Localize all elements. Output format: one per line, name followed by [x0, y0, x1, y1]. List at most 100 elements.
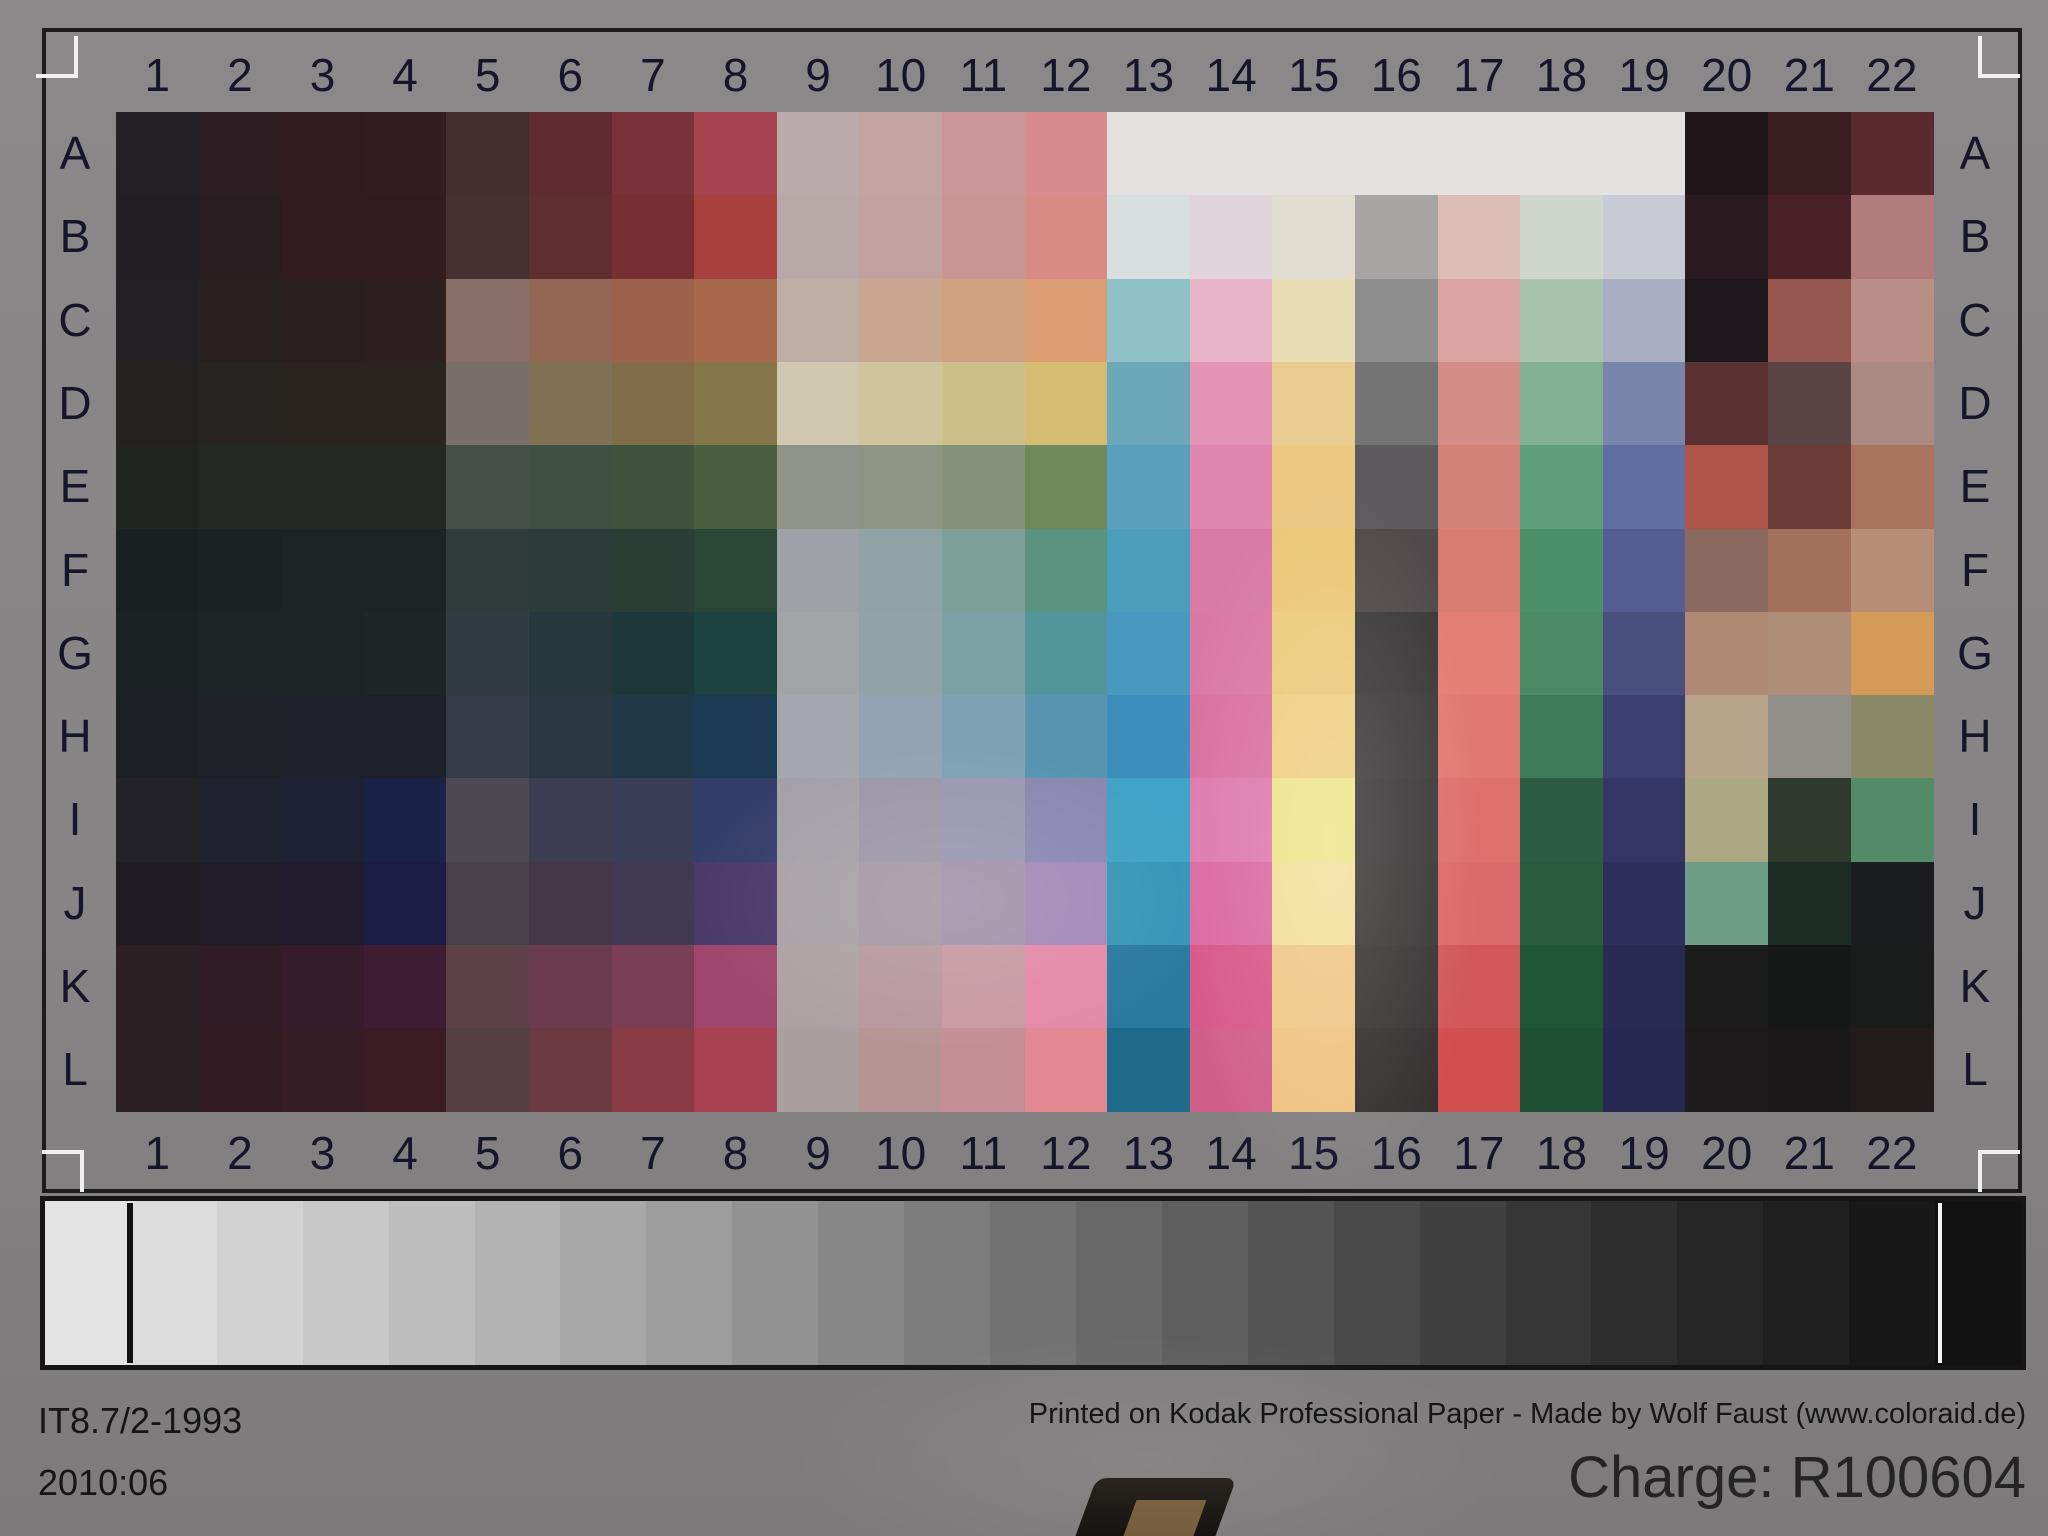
- patch-F10: [859, 528, 943, 613]
- patch-L17: [1437, 1028, 1521, 1113]
- patch-H6: [529, 695, 613, 779]
- column-label-top-6: 6: [557, 49, 584, 101]
- patch-I14: [1189, 778, 1273, 863]
- patch-G20: [1685, 611, 1769, 696]
- patch-L1: [116, 1028, 200, 1113]
- gray-step: [1075, 1201, 1163, 1365]
- patch-H10: [859, 695, 943, 779]
- patch-D14: [1189, 361, 1273, 446]
- column-label-top-22: 22: [1866, 49, 1918, 101]
- patch-C10: [859, 278, 943, 363]
- patch-J9: [776, 861, 860, 946]
- patch-E3: [281, 445, 365, 530]
- patch-F7: [611, 528, 695, 613]
- patch-J6: [529, 861, 613, 946]
- patch-H4: [363, 695, 447, 779]
- patch-J12: [1024, 861, 1108, 946]
- gray-step: [216, 1201, 304, 1365]
- patch-A6: [529, 112, 613, 196]
- patch-I11: [942, 778, 1026, 863]
- patch-F6: [529, 528, 613, 613]
- patch-G5: [446, 611, 530, 696]
- patch-G16: [1355, 611, 1439, 696]
- patch-C22: [1850, 278, 1934, 363]
- column-label-bottom-4: 4: [392, 1127, 418, 1179]
- patch-G15: [1272, 611, 1356, 696]
- patch-D13: [1107, 361, 1191, 446]
- column-label-bottom-15: 15: [1288, 1127, 1340, 1179]
- patch-H16: [1355, 695, 1439, 779]
- patch-I22: [1850, 778, 1934, 863]
- patch-A4: [363, 112, 447, 196]
- patch-L8: [694, 1028, 778, 1113]
- patch-J3: [281, 861, 365, 946]
- patch-L11: [942, 1028, 1026, 1113]
- patch-B13: [1107, 195, 1191, 280]
- patch-F15: [1272, 528, 1356, 613]
- gray-step: [1677, 1201, 1764, 1365]
- row-label-right-H: H: [1958, 710, 1992, 763]
- column-label-top-2: 2: [227, 49, 253, 101]
- patch-E13: [1107, 445, 1191, 530]
- it8-color-target: 1 1 2 2 3 3 4 4 5 5 6 6 7 7 8 8 9 9 10 10 11 11 12 12 13 13 14 14 15…: [0, 0, 2048, 1536]
- patch-F12: [1024, 528, 1108, 613]
- registration-mark-top-left: [36, 36, 78, 78]
- patch-A15: [1272, 112, 1356, 196]
- column-label-top-1: 1: [144, 49, 171, 101]
- patch-I13: [1107, 778, 1191, 863]
- gray-step: [1591, 1201, 1678, 1365]
- patch-A13: [1107, 112, 1191, 196]
- registration-mark-bottom-left: [42, 1150, 84, 1192]
- patch-I20: [1685, 778, 1769, 863]
- patch-D17: [1437, 361, 1521, 446]
- gray-step: [904, 1201, 991, 1365]
- gray-step: [1161, 1201, 1249, 1365]
- patch-E1: [116, 445, 200, 530]
- patch-K5: [446, 945, 530, 1029]
- patch-J19: [1602, 861, 1686, 946]
- registration-mark-top-right: [1978, 36, 2020, 78]
- patch-G11: [942, 611, 1026, 696]
- gray-step: [45, 1201, 132, 1365]
- patch-D1: [116, 361, 200, 446]
- gray-step: [818, 1201, 905, 1365]
- patch-H22: [1850, 695, 1934, 779]
- gray-step: [302, 1201, 390, 1365]
- patch-L6: [529, 1028, 613, 1113]
- patch-D2: [198, 361, 282, 446]
- patch-K2: [198, 945, 282, 1029]
- row-label-left-K: K: [59, 960, 91, 1012]
- patch-E18: [1520, 445, 1604, 530]
- patch-I16: [1355, 778, 1439, 863]
- patch-K8: [694, 945, 778, 1029]
- row-label-left-G: G: [57, 626, 93, 679]
- date-label: 2010:06: [38, 1462, 169, 1503]
- patch-H19: [1602, 695, 1686, 779]
- patch-A20: [1685, 112, 1769, 196]
- row-label-right-J: J: [1963, 876, 1987, 929]
- patch-I3: [281, 778, 365, 863]
- patch-B3: [281, 195, 365, 280]
- patch-D6: [529, 361, 613, 446]
- patch-B2: [198, 195, 282, 280]
- patch-I21: [1768, 778, 1852, 863]
- patch-B11: [942, 195, 1026, 280]
- patch-I18: [1520, 778, 1604, 863]
- patch-A7: [611, 112, 695, 196]
- column-label-top-7: 7: [640, 49, 666, 101]
- row-label-left-E: E: [59, 460, 91, 513]
- patch-H14: [1189, 695, 1273, 779]
- patch-A2: [198, 112, 282, 196]
- patch-B19: [1602, 195, 1686, 280]
- patch-G1: [116, 611, 200, 696]
- row-label-right-K: K: [1959, 960, 1991, 1012]
- patch-K16: [1355, 945, 1439, 1029]
- patch-E10: [859, 445, 943, 530]
- patch-J4: [363, 861, 447, 946]
- patch-D15: [1272, 361, 1356, 446]
- gray-step: [990, 1201, 1077, 1365]
- patch-F14: [1189, 528, 1273, 613]
- gray-step: [130, 1201, 218, 1365]
- patch-D21: [1768, 361, 1852, 446]
- patch-L13: [1107, 1028, 1191, 1113]
